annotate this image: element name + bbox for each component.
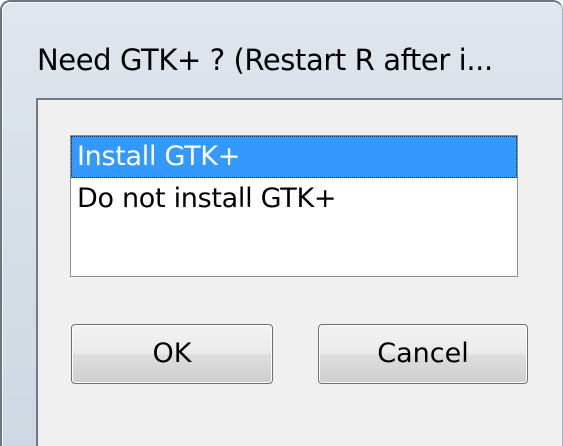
dialog-window: Need GTK+ ? (Restart R after i... Instal… [0,0,563,446]
dialog-client-area: Install GTK+ Do not install GTK+ OK Canc… [36,98,562,446]
list-item-do-not-install-gtk[interactable]: Do not install GTK+ [71,178,517,220]
ok-button[interactable]: OK [71,324,273,384]
choice-listbox[interactable]: Install GTK+ Do not install GTK+ [70,135,518,277]
cancel-button[interactable]: Cancel [318,324,528,384]
dialog-title: Need GTK+ ? (Restart R after i... [37,43,493,77]
list-item-install-gtk[interactable]: Install GTK+ [71,136,517,178]
